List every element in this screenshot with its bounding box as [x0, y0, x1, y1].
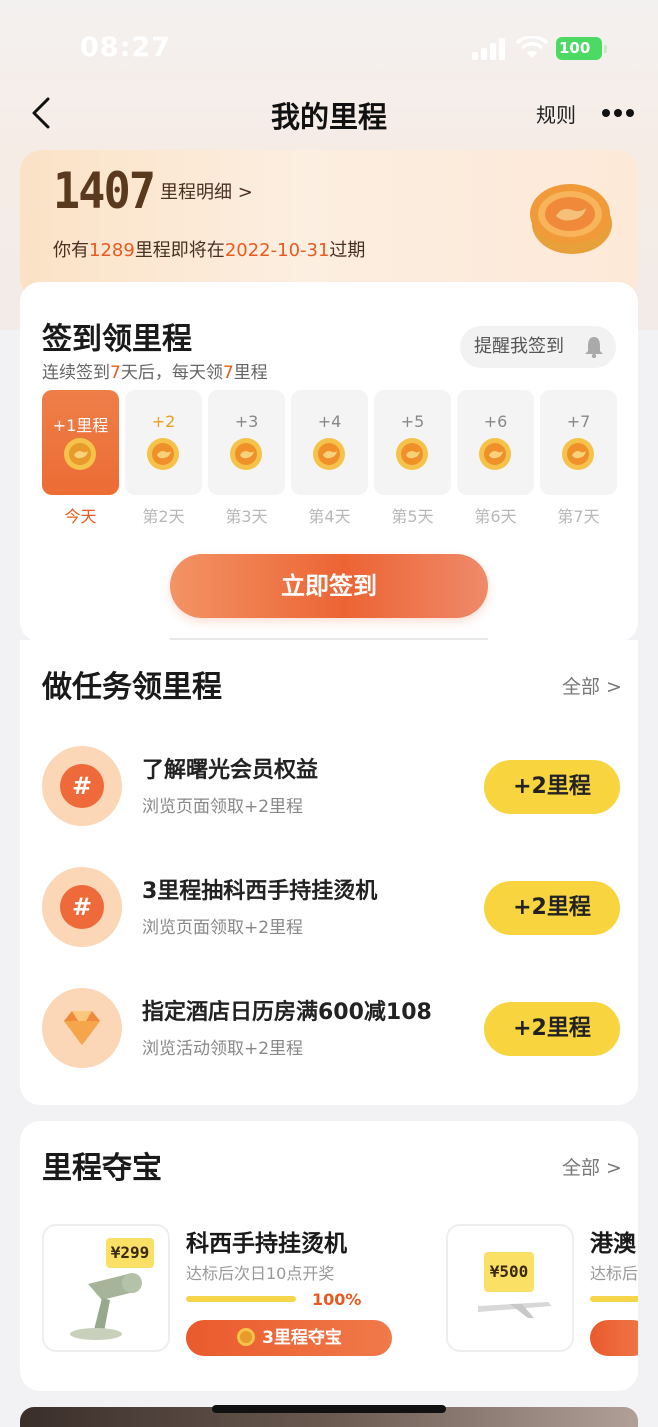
- remind-checkin-button[interactable]: 提醒我签到: [460, 326, 616, 368]
- task-title: 指定酒店日历房满600减108: [142, 1000, 432, 1025]
- mileage-coin-icon: [530, 184, 612, 254]
- tasks-all-link[interactable]: 全部 >: [562, 672, 622, 699]
- prize-draw-time: 达标后: [590, 1264, 638, 1283]
- day-amount: +7: [566, 412, 591, 431]
- task-claim-button[interactable]: +2里程: [484, 881, 620, 935]
- signal-icon: [472, 38, 506, 60]
- day-amount: +5: [400, 412, 425, 431]
- hashtag-icon: #: [42, 746, 122, 826]
- rules-link[interactable]: 规则: [536, 99, 576, 128]
- flight-image: ¥500: [446, 1224, 574, 1352]
- prize-progress-bar: [186, 1296, 296, 1302]
- day-label: 第3天: [225, 507, 268, 526]
- coin-icon: [313, 438, 345, 470]
- day-label: 第6天: [474, 507, 517, 526]
- svg-text:#: #: [72, 772, 92, 800]
- mileage-total: 1407: [53, 162, 156, 220]
- checkin-day-1[interactable]: +1里程 今天: [42, 390, 119, 526]
- price-tag: ¥299: [106, 1238, 154, 1268]
- diamond-icon: [42, 988, 122, 1068]
- coin-icon: [562, 438, 594, 470]
- battery-indicator: 100: [556, 37, 607, 60]
- task-title: 3里程抽科西手持挂烫机: [142, 879, 378, 904]
- day-amount: +3: [234, 412, 259, 431]
- prize-name: 科西手持挂烫机: [186, 1231, 347, 1257]
- checkin-day-6: +6 第6天: [457, 390, 534, 526]
- prize-name: 港澳: [590, 1231, 636, 1257]
- day-amount: +2: [151, 412, 176, 431]
- task-item: 指定酒店日历房满600减108 浏览活动领取+2里程 +2里程: [20, 988, 638, 1078]
- task-desc: 浏览页面领取+2里程: [142, 797, 304, 817]
- coin-icon: [147, 438, 179, 470]
- checkin-day-2: +2 第2天: [125, 390, 202, 526]
- day-label: 第2天: [142, 507, 185, 526]
- day-label: 第5天: [391, 507, 434, 526]
- prize-draw-time: 达标后次日10点开奖: [186, 1264, 335, 1283]
- task-title: 了解曙光会员权益: [142, 758, 319, 783]
- coin-icon: [479, 438, 511, 470]
- checkin-day-5: +5 第5天: [374, 390, 451, 526]
- prize-progress-bar: [590, 1296, 638, 1302]
- home-indicator: [212, 1405, 446, 1413]
- tasks-title: 做任务领里程: [42, 670, 222, 705]
- task-desc: 浏览页面领取+2里程: [142, 918, 304, 938]
- checkin-days-row: +1里程 今天 +2 第2天 +3 第3天 +4 第4天 +5 第5天 +6 第…: [42, 390, 618, 526]
- status-bar: 08:27 100: [0, 0, 658, 96]
- prize-progress-text: 100%: [312, 1290, 362, 1309]
- hashtag-icon: #: [42, 867, 122, 947]
- mileage-expire-notice: 你有1289里程即将在2022-10-31过期: [53, 240, 366, 261]
- coin-icon: [230, 438, 262, 470]
- day-label: 第7天: [557, 507, 600, 526]
- day-amount: +1里程: [52, 416, 109, 435]
- treasure-join-button[interactable]: [590, 1320, 638, 1356]
- treasure-section: 里程夺宝 全部 > ¥299 科西手持挂烫机 达标后次日10点开奖 100% 3…: [20, 1121, 638, 1391]
- mileage-summary-card: 1407 里程明细 > 你有1289里程即将在2022-10-31过期: [20, 150, 638, 300]
- treasure-all-link[interactable]: 全部 >: [562, 1153, 622, 1180]
- price-tag: ¥500: [484, 1252, 534, 1292]
- more-icon[interactable]: [600, 106, 636, 120]
- checkin-subtitle: 连续签到7天后，每天领7里程: [42, 363, 268, 383]
- checkin-day-7: +7 第7天: [540, 390, 617, 526]
- day-label: 第4天: [308, 507, 351, 526]
- coin-icon: [396, 438, 428, 470]
- coin-icon: [64, 438, 96, 470]
- task-desc: 浏览活动领取+2里程: [142, 1039, 304, 1059]
- steamer-image: ¥299: [42, 1224, 170, 1352]
- task-item: # 了解曙光会员权益 浏览页面领取+2里程 +2里程: [20, 746, 638, 836]
- day-amount: +4: [317, 412, 342, 431]
- checkin-now-button[interactable]: 立即签到: [170, 554, 488, 618]
- task-item: # 3里程抽科西手持挂烫机 浏览页面领取+2里程 +2里程: [20, 867, 638, 957]
- task-claim-button[interactable]: +2里程: [484, 760, 620, 814]
- checkin-day-4: +4 第4天: [291, 390, 368, 526]
- day-amount: +6: [483, 412, 508, 431]
- treasure-join-button[interactable]: 3里程夺宝: [186, 1320, 392, 1356]
- checkin-section: 签到领里程 连续签到7天后，每天领7里程 提醒我签到 +1里程 今天 +2 第2…: [20, 282, 638, 642]
- svg-text:#: #: [72, 893, 92, 921]
- bell-icon: [585, 337, 603, 358]
- status-time: 08:27: [80, 32, 171, 63]
- task-claim-button[interactable]: +2里程: [484, 1002, 620, 1056]
- checkin-day-3: +3 第3天: [208, 390, 285, 526]
- mileage-detail-link[interactable]: 里程明细 >: [160, 178, 253, 204]
- treasure-title: 里程夺宝: [42, 1151, 162, 1186]
- tasks-section: 做任务领里程 全部 > # 了解曙光会员权益 浏览页面领取+2里程 +2里程 #…: [20, 640, 638, 1105]
- checkin-title: 签到领里程: [42, 322, 192, 357]
- wifi-icon: [516, 36, 548, 58]
- coin-icon: [237, 1327, 256, 1346]
- day-label: 今天: [64, 507, 97, 526]
